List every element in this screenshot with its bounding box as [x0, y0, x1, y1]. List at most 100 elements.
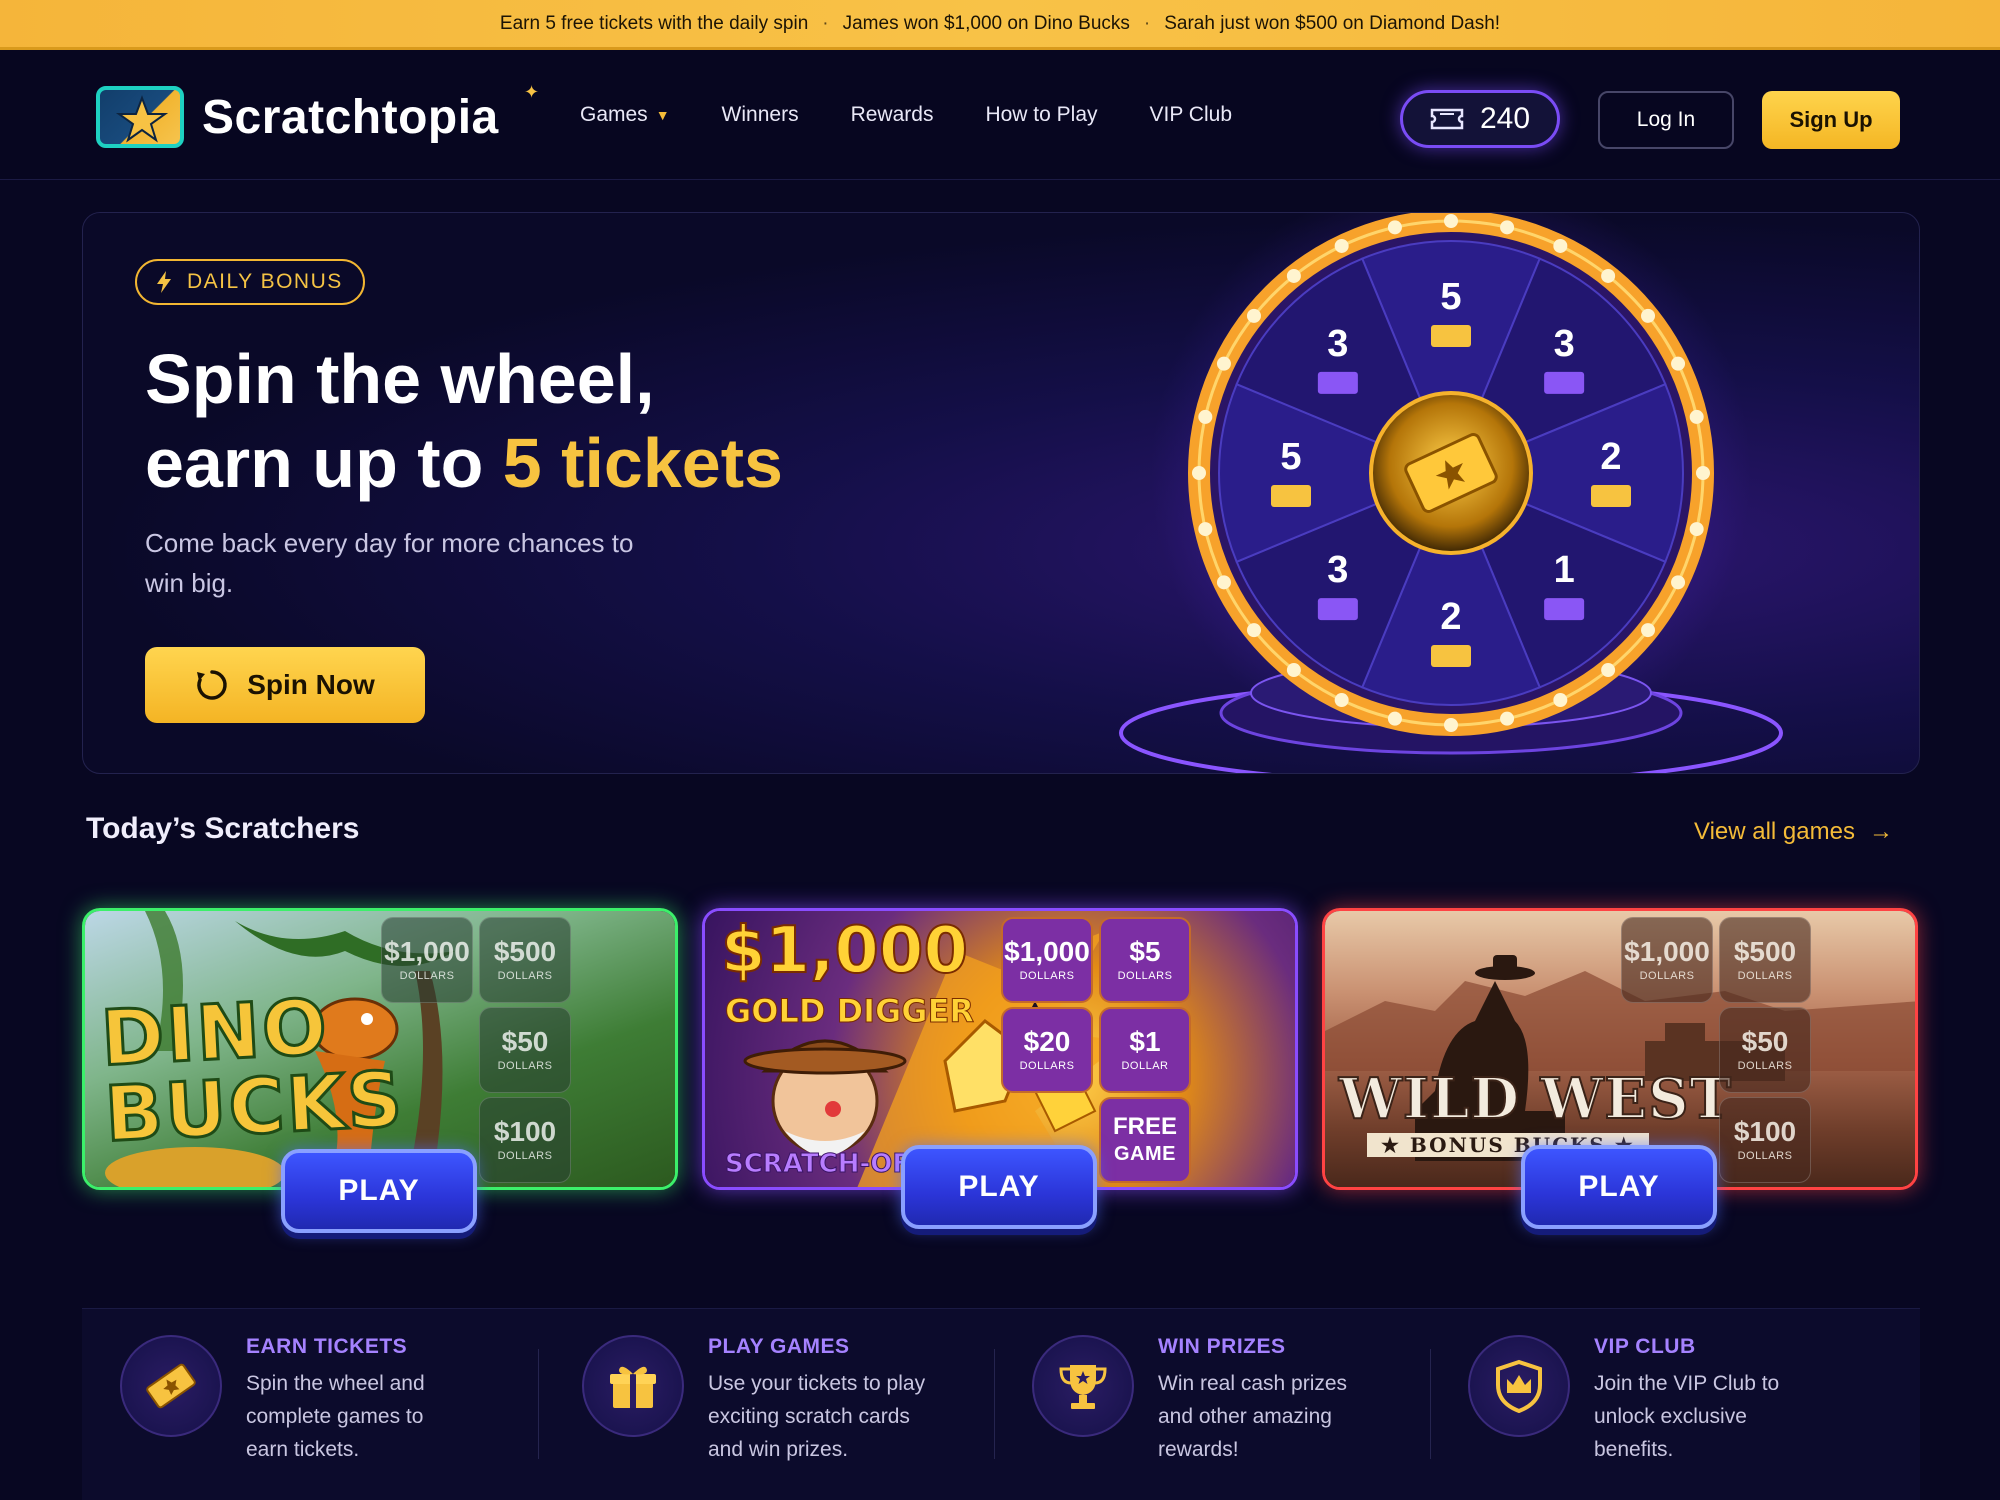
view-all-games-link[interactable]: View all games →	[1694, 818, 1893, 846]
prize-unit: DOLLARS	[399, 970, 455, 982]
feature-title: VIP CLUB	[1594, 1335, 1696, 1358]
wheel-value-label: 2	[1600, 436, 1621, 478]
wheel-bulb	[1198, 409, 1213, 424]
feature-win-prizes: WIN PRIZES Win real cash prizes and othe…	[1032, 1335, 1378, 1466]
ticket-balance[interactable]: 240	[1400, 90, 1560, 148]
wheel-bulb	[1500, 711, 1515, 726]
chevron-down-icon: ▼	[655, 107, 670, 123]
nav-games[interactable]: Games ▼	[580, 103, 670, 127]
section-title: Today’s Scratchers	[86, 812, 360, 845]
signup-button[interactable]: Sign Up	[1762, 91, 1900, 149]
wheel-bulb	[1387, 711, 1402, 726]
wheel-bulb	[1246, 308, 1261, 323]
prize-value: $1	[1129, 1026, 1161, 1057]
badge-label: DAILY BONUS	[187, 270, 343, 293]
feature-divider	[1430, 1349, 1431, 1459]
sparkle-icon: ✦	[524, 82, 540, 102]
prize-wheel[interactable]: 5 3 2 1 2 3 5 3	[1093, 213, 1793, 773]
prize-value: $1,000	[1004, 936, 1090, 967]
card-title-line2: BUCKS	[101, 1053, 407, 1161]
wheel-bulb	[1444, 718, 1458, 732]
wheel-bulb	[1553, 693, 1568, 708]
login-button[interactable]: Log In	[1598, 91, 1734, 149]
ticket-count: 240	[1479, 102, 1531, 135]
ticket-icon	[120, 1335, 222, 1437]
feature-divider	[538, 1349, 539, 1459]
card-title-line1: WILD WEST	[1338, 1066, 1733, 1132]
hero-title-highlight: 5 tickets	[502, 424, 783, 502]
prize-tile: $500 DOLLARS	[1719, 917, 1811, 1003]
prize-unit: DOLLARS	[1117, 970, 1173, 982]
prize-unit: GAME	[1114, 1142, 1176, 1165]
prize-tile: $50 DOLLARS	[479, 1007, 571, 1093]
feature-earn-tickets: EARN TICKETS Spin the wheel and complete…	[120, 1335, 466, 1466]
gift-icon	[582, 1335, 684, 1437]
hero-title-prefix: earn up to	[145, 424, 503, 502]
prize-tile: FREE GAME	[1099, 1097, 1191, 1183]
wheel-bulb	[1671, 356, 1686, 371]
prize-tile: $20 DOLLARS	[1001, 1007, 1093, 1093]
card-title-line2: GOLD DIGGER	[724, 992, 975, 1030]
wheel-ticket-icon	[1317, 598, 1358, 621]
prize-tile: $1,000 DOLLARS	[1001, 917, 1093, 1003]
brand-logo[interactable]: Scratchtopia ✦	[96, 82, 539, 148]
game-card-wild-west[interactable]: WILD WEST ★ BONUS BUCKS ★ $1,000 DOLLARS…	[1322, 908, 1918, 1229]
prize-tile: $100 DOLLARS	[479, 1097, 571, 1183]
hero-title: Spin the wheel, earn up to 5 tickets	[145, 337, 783, 505]
feature-desc: Win real cash prizes and other amazing r…	[1158, 1372, 1348, 1461]
wheel-ticket-icon	[1431, 645, 1471, 667]
wheel-ticket-icon	[1591, 485, 1631, 507]
arrow-right-icon: →	[1868, 818, 1893, 845]
wheel-bulb	[1246, 623, 1261, 638]
ticker-separator: ·	[1143, 12, 1151, 34]
wheel-ticket-icon	[1317, 371, 1358, 394]
feature-title: WIN PRIZES	[1158, 1335, 1286, 1358]
feature-vip-club: VIP CLUB Join the VIP Club to unlock exc…	[1468, 1335, 1814, 1466]
prize-unit: DOLLARS	[1019, 1060, 1075, 1072]
wheel-bulb	[1601, 663, 1616, 678]
play-button[interactable]: PLAY	[1521, 1145, 1717, 1229]
brand-name: Scratchtopia	[202, 90, 499, 144]
logo-star-icon	[96, 86, 184, 148]
wheel-value-label: 5	[1280, 436, 1301, 478]
play-button[interactable]: PLAY	[901, 1145, 1097, 1229]
card-title: DINO BUCKS	[97, 981, 407, 1161]
wheel-bulb	[1500, 220, 1515, 235]
hero-subtitle: Come back every day for more chances to …	[145, 528, 634, 598]
trophy-icon	[1032, 1335, 1134, 1437]
play-button[interactable]: PLAY	[281, 1149, 477, 1233]
prize-unit: DOLLARS	[1737, 1150, 1793, 1162]
wheel-ticket-icon	[1431, 325, 1471, 347]
nav-vip-club[interactable]: VIP Club	[1150, 103, 1233, 127]
wheel-bulb	[1641, 308, 1656, 323]
nav-games-label: Games	[580, 103, 648, 126]
wheel-bulb	[1192, 466, 1206, 480]
prize-unit: DOLLARS	[497, 970, 553, 982]
ticker-item: Earn 5 free tickets with the daily spin	[499, 12, 809, 34]
wheel-value-label: 2	[1440, 596, 1461, 638]
nav-how-to-play[interactable]: How to Play	[985, 103, 1097, 127]
ticker-item: Sarah just won $500 on Diamond Dash!	[1164, 12, 1501, 34]
hero-title-line1: Spin the wheel,	[145, 340, 655, 418]
prize-value: FREE	[1112, 1112, 1177, 1140]
game-card-dino-bucks[interactable]: DINO BUCKS $1,000 DOLLARS $500 DOLLARS $…	[82, 908, 678, 1233]
prize-unit: DOLLAR	[1121, 1060, 1169, 1072]
nav-winners[interactable]: Winners	[722, 103, 799, 127]
daily-bonus-hero: DAILY BONUS Spin the wheel, earn up to 5…	[82, 212, 1920, 774]
prize-unit: DOLLARS	[1019, 970, 1075, 982]
features-bar: EARN TICKETS Spin the wheel and complete…	[82, 1308, 1920, 1500]
wheel-bulb	[1216, 575, 1231, 590]
prize-value: $1,000	[384, 936, 470, 967]
wheel-value-label: 3	[1327, 549, 1348, 591]
prize-value: $100	[1733, 1116, 1797, 1147]
nav-rewards[interactable]: Rewards	[851, 103, 934, 127]
game-card-gold-digger[interactable]: $1,000 GOLD DIGGER SCRATCH-OFF! $1,000 D…	[702, 908, 1298, 1229]
prize-tile: $1,000 DOLLARS	[1621, 917, 1713, 1003]
hero-title-line2: earn up to 5 tickets	[145, 421, 783, 505]
wheel-bulb	[1286, 663, 1301, 678]
prize-value: $50	[1741, 1026, 1789, 1057]
prize-tile: $1,000 DOLLARS	[381, 917, 473, 1003]
refresh-icon	[197, 670, 227, 700]
wheel-bulb	[1444, 214, 1458, 228]
spin-now-button[interactable]: Spin Now	[145, 647, 425, 723]
